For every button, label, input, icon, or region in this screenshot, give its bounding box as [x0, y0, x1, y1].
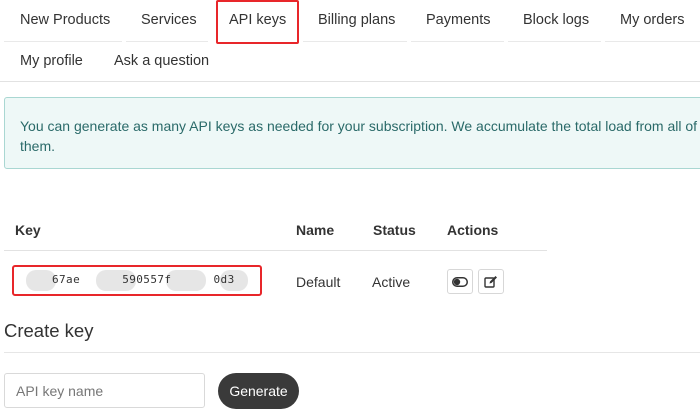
api-key-value[interactable]: 67ae 590557f 0d3 7c — [12, 265, 262, 296]
tab-divider — [508, 41, 601, 42]
tab-new-products[interactable]: New Products — [20, 12, 110, 28]
header-status: Status — [373, 222, 416, 238]
tab-my-orders[interactable]: My orders — [620, 12, 684, 28]
key-name: Default — [296, 274, 341, 290]
tab-payments[interactable]: Payments — [426, 12, 490, 28]
header-key: Key — [15, 222, 41, 238]
tab-my-profile[interactable]: My profile — [20, 53, 83, 69]
generate-button[interactable]: Generate — [218, 373, 299, 409]
header-name: Name — [296, 222, 335, 238]
tab-divider — [303, 41, 407, 42]
create-key-divider — [4, 352, 700, 353]
tabs-bottom-border — [0, 81, 700, 82]
edit-key-button[interactable] — [478, 269, 504, 294]
info-alert: You can generate as many API keys as nee… — [4, 97, 700, 169]
header-actions: Actions — [447, 222, 499, 238]
toggle-icon — [452, 276, 468, 287]
tab-divider — [411, 41, 504, 42]
tab-divider — [126, 41, 208, 42]
tab-billing-plans[interactable]: Billing plans — [318, 12, 395, 28]
tab-divider — [4, 41, 122, 42]
tab-block-logs[interactable]: Block logs — [523, 12, 589, 28]
info-alert-text: You can generate as many API keys as nee… — [20, 118, 698, 154]
api-key-text: 67ae 590557f 0d3 7c — [52, 273, 262, 286]
tab-services[interactable]: Services — [141, 12, 197, 28]
key-status: Active — [372, 274, 411, 290]
api-key-name-input[interactable] — [4, 373, 205, 408]
create-key-title: Create key — [4, 320, 94, 341]
table-header-divider — [4, 250, 547, 251]
toggle-key-button[interactable] — [447, 269, 473, 294]
edit-icon — [484, 275, 497, 288]
tab-api-keys[interactable]: API keys — [229, 12, 286, 28]
tab-divider — [605, 41, 700, 42]
tab-ask-a-question[interactable]: Ask a question — [114, 53, 209, 69]
